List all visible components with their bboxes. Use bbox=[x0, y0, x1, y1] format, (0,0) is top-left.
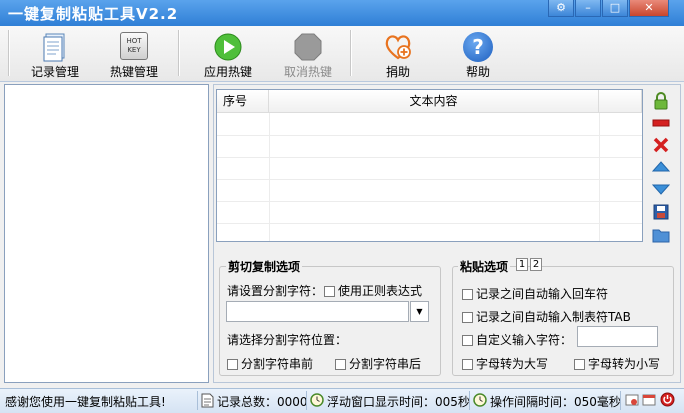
status-separator bbox=[306, 391, 307, 410]
auto-enter-label: 记录之间自动输入回车符 bbox=[476, 287, 609, 301]
records-table[interactable]: 序号 文本内容 bbox=[216, 89, 643, 242]
paste-options-title: 粘贴选项 bbox=[458, 258, 511, 275]
status-float-time: 浮动窗口显示时间：005秒 bbox=[327, 395, 470, 409]
status-interval: 操作间隔时间：050毫秒 bbox=[490, 395, 621, 409]
status-separator bbox=[197, 391, 198, 410]
split-after-checkbox[interactable]: 分割字符串后 bbox=[335, 355, 421, 372]
close-button[interactable]: ✕ bbox=[629, 0, 669, 17]
document-icon bbox=[201, 393, 214, 408]
table-row bbox=[217, 223, 642, 224]
split-after-label: 分割字符串后 bbox=[349, 357, 422, 371]
table-column-line bbox=[269, 113, 270, 241]
lock-icon[interactable] bbox=[652, 92, 670, 110]
split-before-label: 分割字符串前 bbox=[241, 357, 314, 371]
checkbox-box[interactable] bbox=[462, 312, 473, 323]
checkbox-box[interactable] bbox=[324, 286, 335, 297]
delete-icon[interactable] bbox=[652, 136, 670, 154]
status-separator bbox=[469, 391, 470, 410]
select-position-label: 请选择分割字符位置： bbox=[227, 333, 348, 347]
lowercase-checkbox[interactable]: 字母转为小写 bbox=[574, 355, 660, 372]
status-record-count: 记录总数：0000 bbox=[217, 395, 308, 409]
checkbox-box[interactable] bbox=[227, 359, 238, 370]
set-separator-label: 请设置分割字符： bbox=[227, 284, 324, 298]
toolbar-separator bbox=[350, 30, 352, 76]
auto-tab-checkbox[interactable]: 记录之间自动输入制表符TAB bbox=[462, 308, 631, 325]
clock-icon bbox=[310, 393, 324, 407]
help-label: 帮助 bbox=[465, 65, 490, 79]
table-row bbox=[217, 135, 642, 136]
table-row bbox=[217, 179, 642, 180]
lowercase-label: 字母转为小写 bbox=[588, 357, 661, 371]
toolbar-separator bbox=[178, 30, 180, 76]
records-button[interactable]: 记录管理 bbox=[22, 26, 88, 81]
separator-input[interactable] bbox=[226, 301, 409, 322]
use-regex-checkbox[interactable]: 使用正则表达式 bbox=[324, 282, 422, 299]
checkbox-box[interactable] bbox=[462, 359, 473, 370]
uppercase-label: 字母转为大写 bbox=[476, 357, 549, 371]
cancel-hotkey-button[interactable]: 取消热键 bbox=[276, 26, 340, 81]
save-icon[interactable] bbox=[652, 203, 670, 221]
keyboard-key-icon: HOT KEY bbox=[120, 32, 148, 60]
minimize-button[interactable]: – bbox=[575, 0, 601, 17]
paste-tab-1[interactable]: 1 bbox=[516, 258, 528, 271]
table-row bbox=[217, 157, 642, 158]
column-header-index[interactable]: 序号 bbox=[217, 90, 269, 113]
window-icon[interactable] bbox=[642, 393, 656, 407]
split-before-checkbox[interactable]: 分割字符串前 bbox=[227, 355, 313, 372]
apply-hotkey-button[interactable]: 应用热键 bbox=[196, 26, 260, 81]
category-list[interactable] bbox=[4, 84, 209, 383]
cut-copy-options-title: 剪切复制选项 bbox=[226, 258, 303, 275]
column-header-filler bbox=[599, 90, 642, 113]
settings-icon[interactable] bbox=[625, 393, 639, 407]
help-icon: ? bbox=[463, 32, 493, 62]
column-header-content[interactable]: 文本内容 bbox=[269, 90, 599, 113]
toolbar-grip bbox=[8, 30, 10, 76]
checkbox-box[interactable] bbox=[335, 359, 346, 370]
custom-char-input[interactable] bbox=[577, 326, 658, 347]
paste-tab-2[interactable]: 2 bbox=[530, 258, 542, 271]
play-icon bbox=[214, 33, 242, 61]
move-up-icon[interactable] bbox=[652, 158, 670, 176]
hotkeys-label: 热键管理 bbox=[109, 65, 158, 79]
use-regex-label: 使用正则表达式 bbox=[338, 284, 423, 298]
checkbox-box[interactable] bbox=[574, 359, 585, 370]
hotkeys-button[interactable]: HOT KEY 热键管理 bbox=[101, 26, 167, 81]
checkbox-box[interactable] bbox=[462, 289, 473, 300]
status-separator bbox=[620, 391, 621, 410]
power-icon[interactable] bbox=[660, 392, 675, 407]
folder-icon[interactable] bbox=[652, 226, 670, 244]
settings-icon[interactable]: ⚙ bbox=[548, 0, 574, 17]
remove-icon[interactable] bbox=[652, 114, 670, 132]
toolbar: 记录管理 HOT KEY 热键管理 应用热键 取消热键 捐助 ? 帮助 bbox=[0, 26, 684, 82]
donate-button[interactable]: 捐助 bbox=[368, 26, 428, 81]
uppercase-checkbox[interactable]: 字母转为大写 bbox=[462, 355, 548, 372]
move-down-icon[interactable] bbox=[652, 180, 670, 198]
auto-tab-label: 记录之间自动输入制表符TAB bbox=[476, 310, 631, 324]
custom-char-checkbox[interactable]: 自定义输入字符： bbox=[462, 331, 572, 348]
document-icon bbox=[43, 33, 65, 62]
chevron-down-icon[interactable]: ▼ bbox=[410, 301, 429, 322]
help-button[interactable]: ? 帮助 bbox=[448, 26, 508, 81]
table-row bbox=[217, 201, 642, 202]
checkbox-box[interactable] bbox=[462, 335, 473, 346]
stop-icon bbox=[294, 33, 322, 61]
heart-plus-icon bbox=[385, 35, 411, 60]
records-label: 记录管理 bbox=[30, 65, 79, 79]
clock-icon bbox=[473, 393, 487, 407]
maximize-button[interactable]: □ bbox=[602, 0, 628, 17]
apply-hotkey-label: 应用热键 bbox=[203, 65, 252, 79]
status-welcome: 感谢您使用一键复制粘贴工具! bbox=[5, 395, 166, 409]
auto-enter-checkbox[interactable]: 记录之间自动输入回车符 bbox=[462, 285, 608, 302]
donate-label: 捐助 bbox=[385, 65, 410, 79]
window-title: 一键复制粘贴工具V2.2 bbox=[8, 5, 179, 23]
table-column-line bbox=[599, 113, 600, 241]
custom-char-label: 自定义输入字符： bbox=[476, 333, 573, 347]
cancel-hotkey-label: 取消热键 bbox=[283, 65, 332, 79]
